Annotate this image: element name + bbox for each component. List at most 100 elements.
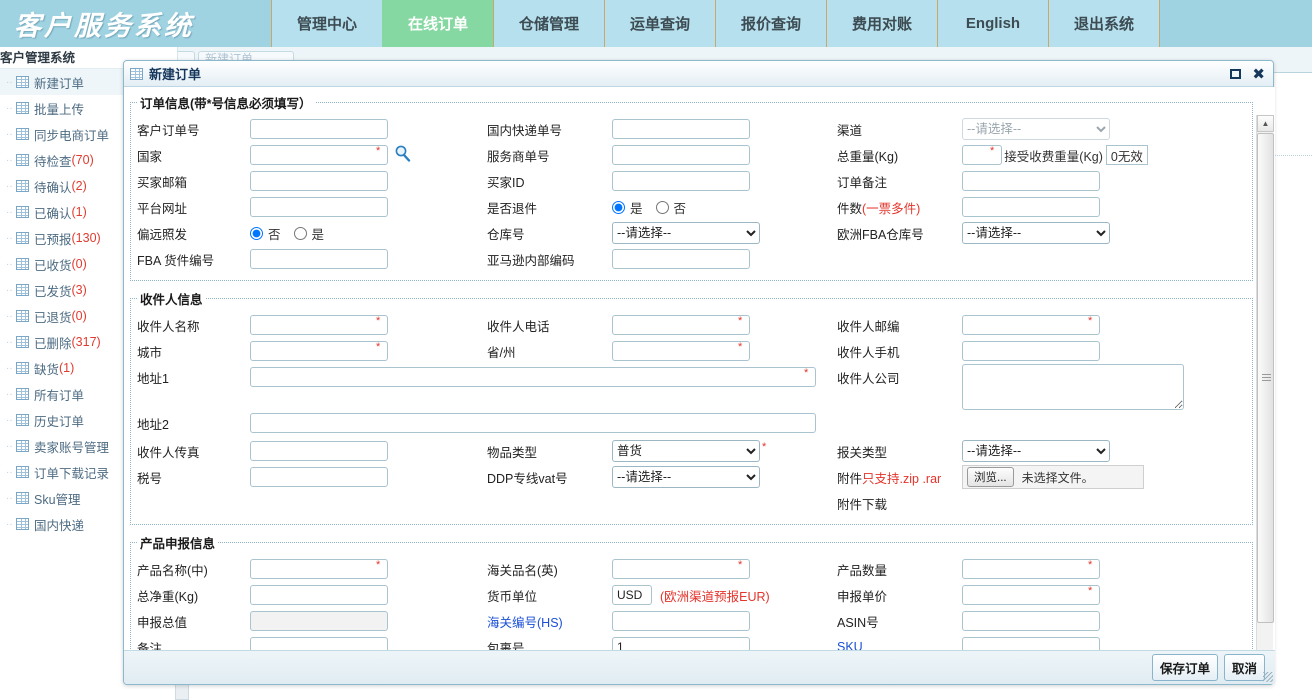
field-label: 服务商单号 [487,146,612,165]
quantity-input[interactable] [962,559,1100,579]
nav-item-billing[interactable]: 费用对账 [826,0,938,47]
total-weight-input[interactable] [962,145,1002,165]
recipient-name-input[interactable] [250,315,388,335]
tax-no-input[interactable] [250,467,388,487]
scroll-thumb[interactable] [1257,133,1274,623]
customer-order-no-input[interactable] [250,119,388,139]
address2-input[interactable] [250,413,816,433]
field-label: 平台网址 [137,198,250,217]
eu-fba-warehouse-select[interactable]: --请选择-- [962,222,1110,244]
field-label: 包裹号 [487,638,612,652]
field-label: 收件人电话 [487,316,612,335]
country-search-icon[interactable] [394,145,411,165]
save-order-button[interactable]: 保存订单 [1152,654,1218,681]
browse-button[interactable]: 浏览... [967,467,1014,487]
field-channel: 渠道 --请选择-- [837,116,1197,142]
field-domestic-express-no: 国内快递单号 [487,116,837,142]
remark-input[interactable] [250,637,388,651]
remote-yes-radio[interactable] [294,227,307,240]
recipient-mobile-input[interactable] [962,341,1100,361]
tree-line-icon: ·· [6,155,16,166]
unit-price-input[interactable] [962,585,1100,605]
dialog-resize-handle[interactable] [1263,672,1273,682]
order-remark-input[interactable] [962,171,1100,191]
tree-line-icon: ·· [6,129,16,140]
sku-input[interactable] [962,637,1100,651]
currency-input[interactable] [612,585,652,605]
scroll-up-arrow-icon[interactable]: ▲ [1257,115,1274,132]
sidebar-item-count: (2) [72,179,87,193]
nav-item-tracking[interactable]: 运单查询 [604,0,716,47]
buyer-id-input[interactable] [612,171,750,191]
product-name-en-input[interactable] [612,559,750,579]
declared-total-input [250,611,388,631]
field-label: 物品类型 [487,442,612,461]
field-recipient-company: 收件人公司 [837,364,1197,410]
form-row: 国家 * 服务商单号 总重量(Kg) [137,142,1246,168]
dialog-body: 订单信息(带*号信息必须填写） 客户订单号 国内快递单号 渠道 [124,87,1275,651]
recipient-company-textarea[interactable] [962,364,1184,410]
nav-item-english[interactable]: English [937,0,1049,47]
sidebar-item-label: 订单下载记录 [34,463,109,482]
platform-url-input[interactable] [250,197,388,217]
nav-item-logout[interactable]: 退出系统 [1048,0,1160,47]
app-brand-title: 客户服务系统 [0,0,272,47]
grid-icon [130,68,143,80]
attachment-file-input[interactable]: 浏览... 未选择文件。 [962,465,1144,489]
field-address2: 地址2 [137,410,837,436]
amazon-internal-code-input[interactable] [612,249,750,269]
dialog-title-bar[interactable]: 新建订单 ✖ [124,61,1273,87]
hs-code-input[interactable] [612,611,750,631]
declare-type-select[interactable]: --请选择-- [962,440,1110,462]
is-return-radio-group[interactable]: 是 否 [612,198,696,217]
field-remark: 备注 [137,634,487,651]
sidebar-item-label: 同步电商订单 [34,125,109,144]
ddp-vat-select[interactable]: --请选择-- [612,466,760,488]
asin-input[interactable] [962,611,1100,631]
city-input[interactable] [250,341,388,361]
nav-item-management-center[interactable]: 管理中心 [271,0,383,47]
net-weight-input[interactable] [250,585,388,605]
remote-no-radio[interactable] [250,227,263,240]
field-customer-order-no: 客户订单号 [137,116,487,142]
dialog-vertical-scrollbar[interactable]: ▲ ▼ [1256,115,1273,651]
warehouse-select[interactable]: --请选择-- [612,222,760,244]
is-return-no-radio[interactable] [656,201,669,214]
provider-no-input[interactable] [612,145,750,165]
country-input[interactable] [250,145,388,165]
currency-note: (欧洲渠道预报EUR) [660,586,770,605]
field-label: 货币单位 [487,586,612,605]
province-input[interactable] [612,341,750,361]
hs-code-link[interactable]: 海关编号(HS) [487,612,612,631]
buyer-email-input[interactable] [250,171,388,191]
section-product-declaration: 产品申报信息 产品名称(中) * 海关品名(英) * [130,533,1253,651]
tree-line-icon: ·· [6,285,16,296]
form-row: 偏远照发 否 是 仓库号 --请选择-- [137,220,1246,246]
field-hs-code: 海关编号(HS) [487,608,837,634]
nav-item-quotation[interactable]: 报价查询 [715,0,827,47]
sidebar-item-count: (0) [72,257,87,271]
package-no-input[interactable] [612,637,750,651]
tree-line-icon: ·· [6,207,16,218]
field-city: 城市 * [137,338,487,364]
product-name-cn-input[interactable] [250,559,388,579]
recipient-fax-input[interactable] [250,441,388,461]
recipient-phone-input[interactable] [612,315,750,335]
top-navigation: 客户服务系统 管理中心 在线订单 仓储管理 运单查询 报价查询 费用对账 Eng… [0,0,1312,47]
domestic-express-no-input[interactable] [612,119,750,139]
grid-icon [16,388,29,400]
pieces-input[interactable] [962,197,1100,217]
remote-shipping-radio-group[interactable]: 否 是 [250,224,334,243]
address1-input[interactable] [250,367,816,387]
nav-item-online-orders[interactable]: 在线订单 [382,0,494,47]
channel-select[interactable]: --请选择-- [962,118,1110,140]
fba-shipment-no-input[interactable] [250,249,388,269]
cancel-button[interactable]: 取消 [1224,654,1265,681]
tree-line-icon: ·· [6,467,16,478]
is-return-yes-radio[interactable] [612,201,625,214]
close-icon[interactable]: ✖ [1252,68,1265,80]
goods-type-select[interactable]: 普货 [612,440,760,462]
maximize-icon[interactable] [1230,69,1241,79]
nav-item-warehouse[interactable]: 仓储管理 [493,0,605,47]
recipient-postcode-input[interactable] [962,315,1100,335]
